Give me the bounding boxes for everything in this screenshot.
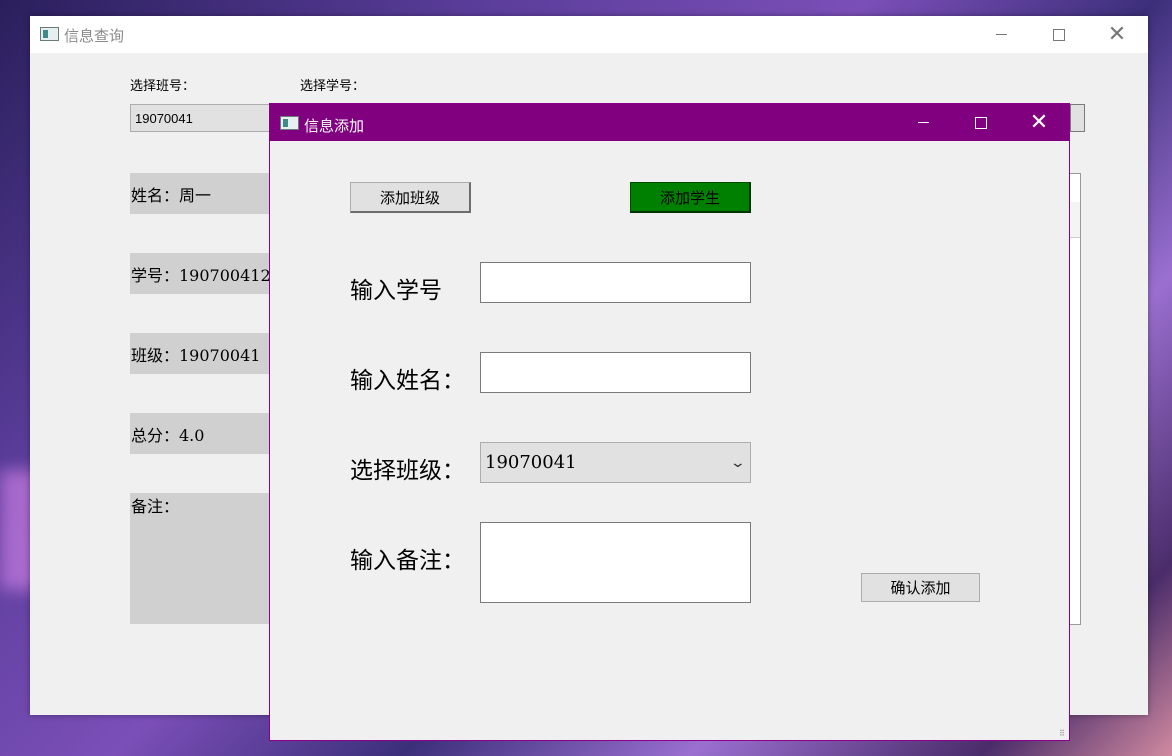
main-window-title: 信息查询	[64, 28, 125, 45]
name-label: 输入姓名：	[350, 368, 465, 394]
close-button[interactable]: ✕	[1088, 16, 1146, 53]
dialog-close-button[interactable]: ✕	[1010, 104, 1068, 141]
student-id-label: 输入学号	[350, 278, 442, 304]
class-combobox[interactable]: 19070041	[130, 104, 280, 132]
student-id-field: 学号：1907004126	[130, 253, 270, 294]
remark-label: 输入备注：	[350, 548, 465, 574]
confirm-add-button[interactable]: 确认添加	[861, 573, 980, 602]
class-select-label: 选择班级：	[350, 458, 465, 484]
dialog-app-icon	[280, 116, 299, 130]
maximize-icon	[1053, 28, 1065, 41]
remark-field: 备注：	[130, 493, 270, 624]
student-select-label: 选择学号：	[300, 78, 366, 93]
dialog-minimize-button[interactable]	[894, 104, 952, 141]
score-table-header-edge	[1070, 202, 1080, 238]
score-table-edge[interactable]	[1070, 173, 1081, 625]
add-class-button[interactable]: 添加班级	[350, 182, 471, 213]
maximize-icon	[975, 116, 987, 129]
student-id-input[interactable]	[480, 262, 751, 303]
class-select[interactable]: 19070041 ⌄	[480, 442, 751, 483]
add-info-dialog: 信息添加 ✕ 添加班级 添加学生 输入学号 输入姓名： 选择班级： 190700…	[269, 103, 1070, 741]
class-select-value: 19070041	[485, 452, 577, 473]
class-field: 班级：19070041	[130, 333, 270, 374]
name-input[interactable]	[480, 352, 751, 393]
dialog-maximize-button[interactable]	[952, 104, 1010, 141]
app-icon	[40, 27, 59, 41]
chevron-down-icon: ⌄	[729, 455, 747, 471]
minimize-icon	[917, 122, 929, 123]
dialog-title: 信息添加	[304, 118, 365, 135]
dialog-titlebar: 信息添加 ✕	[270, 104, 1069, 141]
close-icon: ✕	[1107, 21, 1127, 47]
close-icon: ✕	[1029, 109, 1049, 135]
query-button-edge[interactable]	[1070, 104, 1085, 132]
name-field: 姓名：周一	[130, 173, 270, 214]
score-field: 总分：4.0	[130, 413, 270, 454]
resize-grip-icon[interactable]: ⠿	[1059, 730, 1067, 738]
main-titlebar: 信息查询 ✕	[30, 16, 1148, 53]
add-student-button[interactable]: 添加学生	[630, 182, 751, 213]
class-select-label: 选择班号：	[130, 78, 196, 93]
minimize-button[interactable]	[972, 16, 1030, 53]
minimize-icon	[995, 34, 1007, 35]
remark-input[interactable]	[480, 522, 751, 603]
maximize-button[interactable]	[1030, 16, 1088, 53]
